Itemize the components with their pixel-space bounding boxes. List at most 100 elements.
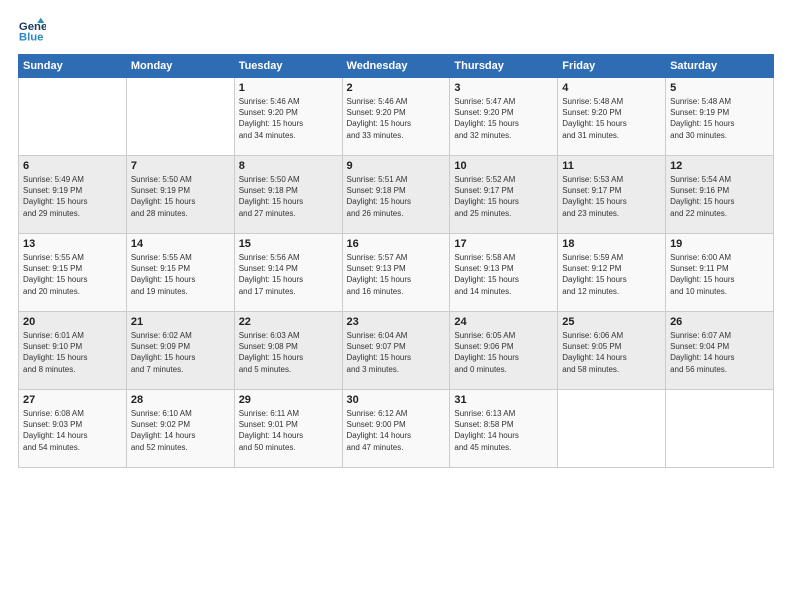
calendar-header: SundayMondayTuesdayWednesdayThursdayFrid… xyxy=(19,55,774,78)
day-number: 17 xyxy=(454,238,553,250)
day-number: 23 xyxy=(347,316,446,328)
day-info: Sunrise: 6:00 AM Sunset: 9:11 PM Dayligh… xyxy=(670,252,769,297)
day-number: 29 xyxy=(239,394,338,406)
calendar-cell: 27 Sunrise: 6:08 AM Sunset: 9:03 PM Dayli… xyxy=(19,390,127,468)
day-info: Sunrise: 5:55 AM Sunset: 9:15 PM Dayligh… xyxy=(23,252,122,297)
day-info: Sunrise: 5:47 AM Sunset: 9:20 PM Dayligh… xyxy=(454,96,553,141)
day-info: Sunrise: 6:11 AM Sunset: 9:01 PM Dayligh… xyxy=(239,408,338,453)
day-info: Sunrise: 6:13 AM Sunset: 8:58 PM Dayligh… xyxy=(454,408,553,453)
day-info: Sunrise: 5:56 AM Sunset: 9:14 PM Dayligh… xyxy=(239,252,338,297)
day-number: 9 xyxy=(347,160,446,172)
day-info: Sunrise: 5:49 AM Sunset: 9:19 PM Dayligh… xyxy=(23,174,122,219)
day-number: 7 xyxy=(131,160,230,172)
calendar-cell: 14 Sunrise: 5:55 AM Sunset: 9:15 PM Dayli… xyxy=(126,234,234,312)
week-row-3: 13 Sunrise: 5:55 AM Sunset: 9:15 PM Dayli… xyxy=(19,234,774,312)
day-info: Sunrise: 5:46 AM Sunset: 9:20 PM Dayligh… xyxy=(347,96,446,141)
day-number: 28 xyxy=(131,394,230,406)
day-number: 27 xyxy=(23,394,122,406)
day-number: 19 xyxy=(670,238,769,250)
day-number: 4 xyxy=(562,82,661,94)
day-number: 8 xyxy=(239,160,338,172)
week-row-5: 27 Sunrise: 6:08 AM Sunset: 9:03 PM Dayli… xyxy=(19,390,774,468)
calendar-cell: 28 Sunrise: 6:10 AM Sunset: 9:02 PM Dayli… xyxy=(126,390,234,468)
calendar-cell: 26 Sunrise: 6:07 AM Sunset: 9:04 PM Dayli… xyxy=(666,312,774,390)
day-info: Sunrise: 5:53 AM Sunset: 9:17 PM Dayligh… xyxy=(562,174,661,219)
day-number: 30 xyxy=(347,394,446,406)
day-number: 15 xyxy=(239,238,338,250)
calendar-cell: 12 Sunrise: 5:54 AM Sunset: 9:16 PM Dayli… xyxy=(666,156,774,234)
calendar-cell: 30 Sunrise: 6:12 AM Sunset: 9:00 PM Dayli… xyxy=(342,390,450,468)
calendar-cell: 22Sunrise: 6:03 AM Sunset: 9:08 PM Dayli… xyxy=(234,312,342,390)
day-info: Sunrise: 6:07 AM Sunset: 9:04 PM Dayligh… xyxy=(670,330,769,375)
day-info: Sunrise: 5:57 AM Sunset: 9:13 PM Dayligh… xyxy=(347,252,446,297)
calendar-table: SundayMondayTuesdayWednesdayThursdayFrid… xyxy=(18,54,774,468)
day-number: 6 xyxy=(23,160,122,172)
calendar-cell xyxy=(666,390,774,468)
day-info: Sunrise: 5:52 AM Sunset: 9:17 PM Dayligh… xyxy=(454,174,553,219)
day-number: 16 xyxy=(347,238,446,250)
calendar-cell xyxy=(19,78,127,156)
day-info: Sunrise: 5:46 AM Sunset: 9:20 PM Dayligh… xyxy=(239,96,338,141)
calendar-cell: 23 Sunrise: 6:04 AM Sunset: 9:07 PM Dayli… xyxy=(342,312,450,390)
day-info: Sunrise: 6:02 AM Sunset: 9:09 PM Dayligh… xyxy=(131,330,230,375)
logo: General Blue xyxy=(18,16,48,44)
weekday-header-friday: Friday xyxy=(558,55,666,78)
day-info: Sunrise: 5:55 AM Sunset: 9:15 PM Dayligh… xyxy=(131,252,230,297)
day-info: Sunrise: 5:48 AM Sunset: 9:19 PM Dayligh… xyxy=(670,96,769,141)
day-info: Sunrise: 5:50 AM Sunset: 9:19 PM Dayligh… xyxy=(131,174,230,219)
weekday-header-tuesday: Tuesday xyxy=(234,55,342,78)
day-number: 1 xyxy=(239,82,338,94)
calendar-cell: 11 Sunrise: 5:53 AM Sunset: 9:17 PM Dayli… xyxy=(558,156,666,234)
header: General Blue xyxy=(18,16,774,44)
day-info: Sunrise: 6:06 AM Sunset: 9:05 PM Dayligh… xyxy=(562,330,661,375)
day-number: 24 xyxy=(454,316,553,328)
calendar-cell xyxy=(558,390,666,468)
day-info: Sunrise: 6:03 AM Sunset: 9:08 PM Dayligh… xyxy=(239,330,338,375)
calendar-cell: 16 Sunrise: 5:57 AM Sunset: 9:13 PM Dayli… xyxy=(342,234,450,312)
calendar-cell: 31 Sunrise: 6:13 AM Sunset: 8:58 PM Dayli… xyxy=(450,390,558,468)
day-number: 18 xyxy=(562,238,661,250)
calendar-cell: 19 Sunrise: 6:00 AM Sunset: 9:11 PM Dayli… xyxy=(666,234,774,312)
day-number: 11 xyxy=(562,160,661,172)
day-number: 20 xyxy=(23,316,122,328)
day-info: Sunrise: 6:08 AM Sunset: 9:03 PM Dayligh… xyxy=(23,408,122,453)
calendar-page: General Blue SundayMondayTuesdayWednesda… xyxy=(0,0,792,612)
calendar-cell: 20 Sunrise: 6:01 AM Sunset: 9:10 PM Dayli… xyxy=(19,312,127,390)
calendar-cell: 7 Sunrise: 5:50 AM Sunset: 9:19 PM Daylig… xyxy=(126,156,234,234)
calendar-cell: 2Sunrise: 5:46 AM Sunset: 9:20 PM Daylig… xyxy=(342,78,450,156)
calendar-cell: 21Sunrise: 6:02 AM Sunset: 9:09 PM Dayli… xyxy=(126,312,234,390)
day-info: Sunrise: 6:12 AM Sunset: 9:00 PM Dayligh… xyxy=(347,408,446,453)
weekday-header-wednesday: Wednesday xyxy=(342,55,450,78)
weekday-header-sunday: Sunday xyxy=(19,55,127,78)
day-info: Sunrise: 6:10 AM Sunset: 9:02 PM Dayligh… xyxy=(131,408,230,453)
calendar-cell: 1 Sunrise: 5:46 AM Sunset: 9:20 PM Daylig… xyxy=(234,78,342,156)
day-number: 5 xyxy=(670,82,769,94)
day-info: Sunrise: 6:01 AM Sunset: 9:10 PM Dayligh… xyxy=(23,330,122,375)
day-info: Sunrise: 5:54 AM Sunset: 9:16 PM Dayligh… xyxy=(670,174,769,219)
day-info: Sunrise: 6:04 AM Sunset: 9:07 PM Dayligh… xyxy=(347,330,446,375)
calendar-cell: 13 Sunrise: 5:55 AM Sunset: 9:15 PM Dayli… xyxy=(19,234,127,312)
day-info: Sunrise: 5:59 AM Sunset: 9:12 PM Dayligh… xyxy=(562,252,661,297)
calendar-cell: 5 Sunrise: 5:48 AM Sunset: 9:19 PM Daylig… xyxy=(666,78,774,156)
day-number: 10 xyxy=(454,160,553,172)
week-row-4: 20 Sunrise: 6:01 AM Sunset: 9:10 PM Dayli… xyxy=(19,312,774,390)
day-info: Sunrise: 5:50 AM Sunset: 9:18 PM Dayligh… xyxy=(239,174,338,219)
logo-icon: General Blue xyxy=(18,16,46,44)
day-info: Sunrise: 5:48 AM Sunset: 9:20 PM Dayligh… xyxy=(562,96,661,141)
weekday-header-monday: Monday xyxy=(126,55,234,78)
calendar-cell: 25 Sunrise: 6:06 AM Sunset: 9:05 PM Dayli… xyxy=(558,312,666,390)
day-number: 31 xyxy=(454,394,553,406)
calendar-cell: 3Sunrise: 5:47 AM Sunset: 9:20 PM Daylig… xyxy=(450,78,558,156)
day-number: 13 xyxy=(23,238,122,250)
day-number: 26 xyxy=(670,316,769,328)
calendar-cell: 18 Sunrise: 5:59 AM Sunset: 9:12 PM Dayli… xyxy=(558,234,666,312)
day-info: Sunrise: 6:05 AM Sunset: 9:06 PM Dayligh… xyxy=(454,330,553,375)
day-info: Sunrise: 5:58 AM Sunset: 9:13 PM Dayligh… xyxy=(454,252,553,297)
calendar-cell: 9Sunrise: 5:51 AM Sunset: 9:18 PM Daylig… xyxy=(342,156,450,234)
day-number: 12 xyxy=(670,160,769,172)
day-number: 25 xyxy=(562,316,661,328)
calendar-cell: 4 Sunrise: 5:48 AM Sunset: 9:20 PM Daylig… xyxy=(558,78,666,156)
day-number: 14 xyxy=(131,238,230,250)
calendar-cell xyxy=(126,78,234,156)
calendar-cell: 15 Sunrise: 5:56 AM Sunset: 9:14 PM Dayli… xyxy=(234,234,342,312)
